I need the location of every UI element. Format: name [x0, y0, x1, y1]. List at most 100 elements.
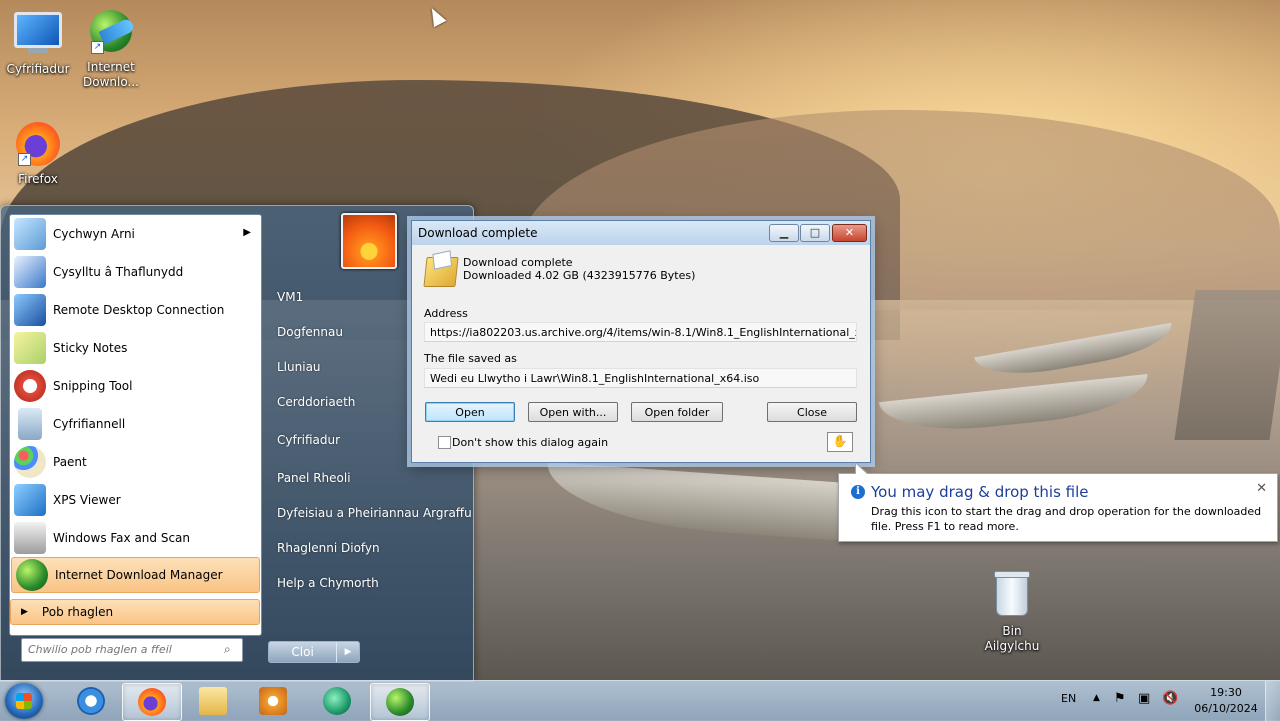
all-programs-button[interactable]: ▶ Pob rhaglen	[10, 599, 260, 625]
desktop-icon-recycle-bin[interactable]: Bin Ailgylchu	[974, 570, 1050, 654]
download-size-text: Downloaded 4.02 GB (4323915776 Bytes)	[463, 269, 696, 282]
projector-icon	[14, 256, 46, 288]
address-label: Address	[424, 307, 468, 320]
program-fax-scan[interactable]: Windows Fax and Scan	[10, 519, 261, 557]
desktop-icon-label: Bin Ailgylchu	[984, 624, 1040, 653]
show-hidden-icons-icon[interactable]: ▲	[1093, 693, 1100, 703]
program-label: Remote Desktop Connection	[53, 303, 225, 317]
idm-icon	[16, 559, 48, 591]
all-programs-label: Pob rhaglen	[41, 605, 114, 619]
desktop-icon-firefox[interactable]: ↗ Firefox	[0, 120, 76, 187]
network-icon[interactable]: ▣	[1138, 691, 1150, 706]
program-connect-projector[interactable]: Cysylltu â Thaflunydd	[10, 253, 261, 291]
tooltip-close-icon[interactable]: ✕	[1256, 481, 1267, 496]
media-player-icon	[259, 687, 287, 715]
link-user[interactable]: VM1	[277, 290, 303, 304]
program-getting-started[interactable]: Cychwyn Arni ▶	[10, 215, 261, 253]
sticky-notes-icon	[14, 332, 46, 364]
dialog-title: Download complete	[418, 226, 538, 240]
start-menu: Cychwyn Arni ▶ Cysylltu â Thaflunydd Rem…	[0, 205, 474, 682]
system-clock[interactable]: 19:30 06/10/2024	[1190, 685, 1262, 717]
close-window-button[interactable]: ✕	[832, 224, 867, 242]
shutdown-button-group: Cloi ▶	[268, 641, 360, 663]
link-default-programs[interactable]: Rhaglenni Diofyn	[277, 541, 380, 555]
firefox-icon: ↗	[14, 122, 62, 170]
drag-drop-hand-icon[interactable]: ✋	[827, 432, 853, 452]
lock-button[interactable]: Cloi	[269, 642, 336, 662]
program-paint[interactable]: Paent	[10, 443, 261, 481]
tooltip-title: You may drag & drop this file	[871, 483, 1089, 501]
link-devices-printers[interactable]: Dyfeisiau a Pheiriannau Argraffu	[277, 506, 472, 520]
open-button[interactable]: Open	[425, 402, 515, 422]
address-field[interactable]: https://ia802203.us.archive.org/4/items/…	[424, 322, 857, 342]
clock-date: 06/10/2024	[1194, 702, 1258, 715]
search-icon: ⌕	[224, 642, 231, 656]
link-control-panel[interactable]: Panel Rheoli	[277, 471, 351, 485]
link-music[interactable]: Cerddoriaeth	[277, 395, 355, 409]
taskbar-idm-green[interactable]	[308, 683, 366, 719]
program-label: Internet Download Manager	[55, 568, 223, 582]
link-pictures[interactable]: Lluniau	[277, 360, 321, 374]
recycle-bin-icon	[988, 571, 1036, 622]
volume-muted-icon[interactable]: 🔇	[1162, 691, 1178, 706]
show-desktop-button[interactable]	[1265, 681, 1280, 721]
program-label: Paent	[53, 455, 87, 469]
info-icon: i	[851, 485, 865, 499]
program-label: Cychwyn Arni	[53, 227, 135, 241]
start-button[interactable]	[5, 683, 43, 719]
dialog-titlebar[interactable]: Download complete ▁ □ ✕	[412, 221, 870, 245]
program-calculator[interactable]: Cyfrifiannell	[10, 405, 261, 443]
open-with-button[interactable]: Open with...	[528, 402, 618, 422]
shortcut-arrow-icon: ↗	[18, 153, 31, 166]
taskbar: EN ▲ ⚑ ▣ 🔇 19:30 06/10/2024	[0, 680, 1280, 721]
firefox-icon	[138, 688, 166, 716]
download-folder-icon	[423, 257, 459, 287]
program-idm[interactable]: Internet Download Manager	[11, 557, 260, 593]
program-label: Snipping Tool	[53, 379, 133, 393]
link-computer[interactable]: Cyfrifiadur	[277, 433, 340, 447]
start-search-box[interactable]: ⌕	[21, 638, 243, 662]
dont-show-label[interactable]: Don't show this dialog again	[452, 436, 608, 449]
start-menu-programs: Cychwyn Arni ▶ Cysylltu â Thaflunydd Rem…	[9, 214, 262, 636]
desktop-icon-label: Firefox	[18, 172, 58, 186]
taskbar-internet-explorer[interactable]	[62, 683, 120, 719]
program-label: XPS Viewer	[53, 493, 121, 507]
idm-icon	[386, 688, 414, 716]
download-complete-dialog: Download complete ▁ □ ✕ Download complet…	[411, 220, 871, 463]
link-documents[interactable]: Dogfennau	[277, 325, 343, 339]
desktop-icon-label: Internet Downlo...	[83, 60, 139, 89]
calculator-icon	[18, 408, 42, 440]
action-center-flag-icon[interactable]: ⚑	[1114, 691, 1126, 706]
user-avatar[interactable]	[341, 213, 397, 269]
desktop-icon-idm[interactable]: ↗ Internet Downlo...	[73, 8, 149, 90]
xps-icon	[14, 484, 46, 516]
idm-green-icon	[323, 687, 351, 715]
taskbar-firefox[interactable]	[122, 683, 182, 721]
start-search-input[interactable]	[22, 639, 216, 659]
link-help-support[interactable]: Help a Chymorth	[277, 576, 379, 590]
dialog-heading: Download complete	[463, 256, 573, 269]
program-snipping-tool[interactable]: Snipping Tool	[10, 367, 261, 405]
saved-as-field[interactable]: Wedi eu Llwytho i Lawr\Win8.1_EnglishInt…	[424, 368, 857, 388]
paint-icon	[14, 446, 46, 478]
minimize-button[interactable]: ▁	[769, 224, 799, 242]
maximize-button[interactable]: □	[800, 224, 830, 242]
program-label: Cyfrifiannell	[53, 417, 126, 431]
program-xps-viewer[interactable]: XPS Viewer	[10, 481, 261, 519]
open-folder-button[interactable]: Open folder	[631, 402, 723, 422]
language-indicator[interactable]: EN	[1061, 692, 1076, 705]
shutdown-options-arrow-icon[interactable]: ▶	[336, 642, 359, 662]
program-label: Sticky Notes	[53, 341, 128, 355]
program-sticky-notes[interactable]: Sticky Notes	[10, 329, 261, 367]
taskbar-file-explorer[interactable]	[184, 683, 242, 719]
desktop-icon-computer[interactable]: Cyfrifiadur	[0, 8, 76, 77]
fax-icon	[14, 522, 46, 554]
taskbar-idm[interactable]	[370, 683, 430, 721]
close-button[interactable]: Close	[767, 402, 857, 422]
dont-show-checkbox[interactable]	[438, 436, 451, 449]
remote-desktop-icon	[14, 294, 46, 326]
program-remote-desktop[interactable]: Remote Desktop Connection	[10, 291, 261, 329]
taskbar-media-player[interactable]	[244, 683, 302, 719]
program-label: Windows Fax and Scan	[53, 531, 191, 545]
idm-icon: ↗	[87, 10, 135, 58]
